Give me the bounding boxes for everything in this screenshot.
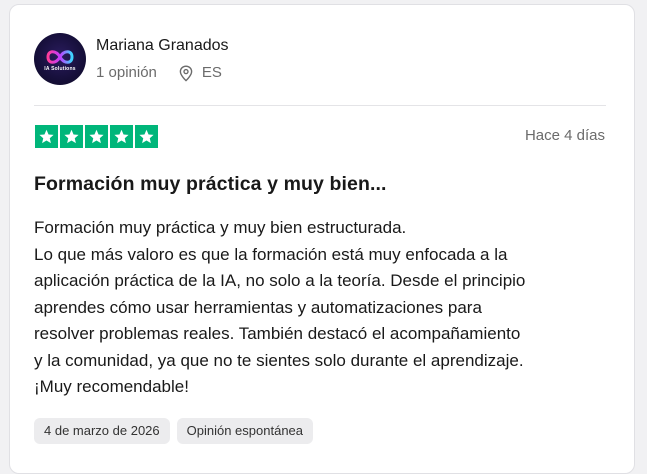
- star-icon: [85, 125, 108, 148]
- review-body-line: aprendes cómo usar herramientas y automa…: [34, 297, 482, 317]
- review-body-line: Lo que más valoro es que la formación es…: [34, 244, 508, 264]
- review-body: Formación muy práctica y muy bien estruc…: [34, 215, 614, 401]
- divider: [34, 105, 606, 106]
- review-date-relative: Hace 4 días: [524, 127, 605, 144]
- infinity-logo-icon: [46, 50, 74, 64]
- star-icon: [35, 125, 58, 148]
- review-type-tag[interactable]: Opinión espontánea: [176, 418, 314, 444]
- star-rating: [35, 125, 158, 148]
- review-body-line: Formación muy práctica y muy bien estruc…: [34, 218, 407, 237]
- review-tags: 4 de marzo de 2026 Opinión espontánea: [34, 418, 314, 444]
- review-body-line: aplicación práctica de la IA, no solo a …: [34, 271, 526, 290]
- review-body-line: ¡Muy recomendable!: [34, 377, 189, 396]
- reviewer-header: IA Solutions Mariana Granados 1 opinión …: [34, 33, 229, 85]
- review-card: IA Solutions Mariana Granados 1 opinión …: [9, 4, 635, 474]
- review-date-tag: 4 de marzo de 2026: [34, 418, 170, 444]
- review-body-line: resolver problemas reales. También desta…: [34, 324, 521, 343]
- avatar[interactable]: IA Solutions: [34, 33, 86, 85]
- reviewer-info: Mariana Granados 1 opinión ES: [96, 36, 229, 82]
- review-body-line: y la comunidad, ya que no te sientes sol…: [34, 350, 524, 370]
- star-icon: [60, 125, 83, 148]
- reviewer-country: ES: [201, 64, 222, 81]
- reviewer-name[interactable]: Mariana Granados: [96, 36, 229, 56]
- star-icon: [110, 125, 133, 148]
- reviewer-meta: 1 opinión ES: [96, 64, 229, 82]
- star-icon: [135, 125, 158, 148]
- review-title[interactable]: Formación muy práctica y muy bien...: [34, 172, 387, 196]
- avatar-label: IA Solutions: [44, 66, 76, 72]
- map-pin-icon: [179, 64, 193, 82]
- review-count: 1 opinión: [96, 64, 157, 81]
